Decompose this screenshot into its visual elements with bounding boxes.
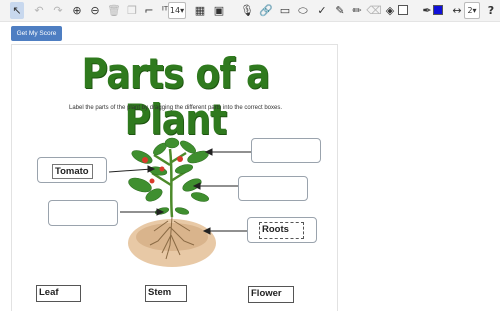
crop-icon: ⌐ [144,4,154,17]
highlighter-icon: ✎ [335,4,345,17]
image-icon: ▣ [213,4,225,17]
get-my-score-button[interactable]: Get My Score [11,26,62,41]
zoom-in-icon: ⊕ [72,4,82,17]
highlighter-tool[interactable]: ✎ [333,2,347,19]
stem-drawing [151,148,191,218]
rectangle-tool[interactable]: ▭ [278,2,292,19]
pointer-tool[interactable]: ↖ [10,2,24,19]
drop-box-stem[interactable] [48,200,118,226]
undo-icon: ↶ [34,4,44,17]
crop-tool[interactable]: ⌐ [142,2,156,19]
label-tile-tomato[interactable]: Tomato [52,164,93,179]
marker-icon: ✒ [422,4,432,17]
check-pen-icon: ✓ [317,4,327,17]
zoom-out-icon: ⊖ [90,4,100,17]
fill-color-swatch[interactable] [398,5,408,15]
microphone-tool[interactable]: 🎙 [240,2,254,19]
fill-tool[interactable]: ◈ [383,2,397,19]
line-width-icon: ↔ [452,4,462,17]
drop-box-leaf[interactable] [238,176,308,201]
arrow-tomato [108,168,153,173]
microphone-icon: 🎙 [240,4,254,17]
ellipse-tool[interactable]: ⬭ [296,2,310,19]
pen-icon: ✏ [352,4,362,17]
link-icon: 🔗 [259,4,273,17]
trash-icon: 🗑 [107,4,121,17]
drop-box-flower[interactable] [251,138,321,163]
line-color-swatch[interactable] [433,5,443,15]
undo-tool[interactable]: ↶ [32,2,46,19]
pen-tool[interactable]: ✏ [350,2,364,19]
line-width-value: 2 [467,6,473,15]
label-tile-roots[interactable]: Roots [259,222,304,239]
copy-tool[interactable]: ❐ [125,2,139,19]
eraser-icon: ⌫ [366,4,382,17]
line-width-select[interactable]: 2 ▾ [464,2,480,19]
drop-box-tomato[interactable]: Tomato [37,157,107,183]
worksheet-canvas: Parts of a Plant Label the parts of the … [11,44,338,311]
redo-tool[interactable]: ↷ [51,2,65,19]
pointer-icon: ↖ [12,4,22,17]
table-tool[interactable]: ▦ [193,2,207,19]
copy-icon: ❐ [127,4,137,17]
label-tile-leaf[interactable]: Leaf [36,285,81,302]
leaves-drawing [128,137,210,215]
image-tool[interactable]: ▣ [212,2,226,19]
font-size-value: 14 [169,6,181,15]
toolbar: ↖ ↶ ↷ ⊕ ⊖ 🗑 ❐ ⌐ ᴵᵀ ▦ ▣ 🎙 🔗 ▭ ⬭ ✓ ✎ ✏ ⌫ ◈ ✒ ↔ 14 ▾ 2 ▾ ? [0,0,500,22]
drop-box-roots[interactable]: Roots [247,217,317,243]
fill-bucket-icon: ◈ [385,4,395,17]
redo-icon: ↷ [53,4,63,17]
help-button[interactable]: ? [486,2,496,19]
label-tile-stem[interactable]: Stem [145,285,187,302]
label-tile-flower[interactable]: Flower [248,286,294,303]
delete-tool[interactable]: 🗑 [107,2,121,19]
link-tool[interactable]: 🔗 [259,2,273,19]
check-tool[interactable]: ✓ [315,2,329,19]
ellipse-icon: ⬭ [298,3,308,17]
eraser-tool[interactable]: ⌫ [366,2,382,19]
zoom-in-tool[interactable]: ⊕ [70,2,84,19]
table-icon: ▦ [194,4,206,17]
line-color-tool[interactable]: ✒ [420,2,434,19]
rectangle-icon: ▭ [279,4,291,17]
font-size-select[interactable]: 14 ▾ [168,2,186,19]
zoom-out-tool[interactable]: ⊖ [88,2,102,19]
line-width-tool[interactable]: ↔ [450,2,464,19]
